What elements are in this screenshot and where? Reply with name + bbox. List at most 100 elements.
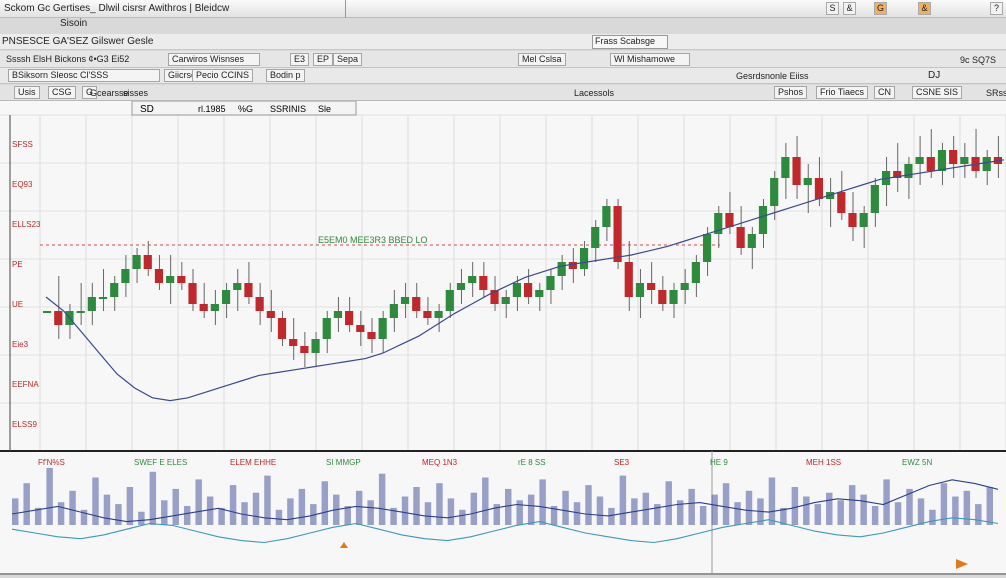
toolbar3-right-4[interactable]: CSNE SIS	[912, 86, 963, 99]
candle	[277, 311, 287, 346]
window-tab[interactable]: Sisoin	[60, 18, 87, 29]
candle-body	[781, 157, 790, 178]
volume-bar	[401, 496, 409, 525]
volume-bar	[183, 506, 191, 525]
candle-body	[412, 297, 421, 311]
candle-body	[233, 283, 242, 290]
candle	[579, 241, 589, 276]
volume-bar	[172, 488, 179, 525]
toolbar2-item-1[interactable]: BSiksorn Sleosc Cl'SSS	[8, 69, 160, 82]
volume-bar	[986, 487, 993, 525]
menu-tab[interactable]: Frass Scabsge	[592, 35, 668, 49]
volume-bar	[539, 479, 546, 525]
volume-bar	[126, 487, 134, 525]
volume-bar	[699, 506, 707, 525]
candle	[210, 290, 219, 325]
candle-body	[177, 276, 186, 283]
warning-marker-icon	[340, 542, 348, 548]
lower-panel: Ff'N%S SWEF E ELES ELEM EHHE SI MMGP MEQ 1N3…	[11, 458, 999, 544]
candle-body	[524, 283, 533, 297]
candle-body	[121, 269, 130, 283]
window-control-amp2[interactable]: &	[918, 2, 931, 15]
volume-bar	[871, 506, 879, 525]
candle	[244, 262, 253, 304]
toolbar2-item-4[interactable]: Bodin p	[266, 69, 305, 82]
volume-bar	[138, 511, 145, 525]
toolbar3-right-2[interactable]: Frio Tiaecs	[816, 86, 869, 99]
volume-bar	[161, 500, 168, 525]
candle-body	[814, 178, 824, 199]
volume-bar	[688, 488, 695, 525]
candle-body	[647, 283, 656, 290]
title-separator	[345, 0, 346, 18]
candle	[949, 136, 958, 178]
toolbar3-item-2[interactable]: CSG	[48, 86, 76, 99]
toolbar-item-e3[interactable]: E3	[290, 53, 310, 66]
y-tick-label: Eie3	[12, 340, 29, 349]
candle-body	[76, 311, 85, 313]
candle-body	[277, 318, 287, 339]
volume-bar	[734, 502, 741, 525]
toolbar3-right-5[interactable]: SRss	[986, 88, 1006, 98]
candle-body	[669, 290, 678, 304]
candle	[501, 290, 510, 318]
y-axis-labels: SFSS EQ93 ELLS23 PE UE Eie3 EEFNA ELSS9	[12, 140, 41, 429]
toolbar3-right-1[interactable]: Pshos	[774, 86, 808, 99]
volume-bar	[894, 502, 902, 525]
candle-body	[982, 157, 991, 171]
toolbar-item-ep[interactable]: EP	[313, 53, 334, 66]
candle-body	[926, 157, 935, 171]
toolbar-right-label[interactable]: Wl Mishamowe	[610, 53, 690, 66]
volume-bar	[252, 492, 260, 525]
title-bar: Sckom Gc Gertises_ Dlwil cisrsr Awithros…	[0, 0, 1006, 29]
volume-bar	[298, 488, 306, 525]
candle	[848, 192, 857, 241]
volume-bar	[206, 496, 214, 525]
y-tick-label: EQ93	[12, 180, 33, 189]
volume-bar	[975, 504, 982, 525]
candle-body	[546, 276, 555, 290]
volume-bar	[23, 483, 30, 525]
y-tick-label: EEFNA	[12, 380, 39, 389]
volume-bar	[470, 492, 478, 525]
volume-bar	[791, 487, 799, 525]
toolbar-item-sepa[interactable]: Sepa	[333, 53, 363, 66]
reference-line-label: E5EM0 MEE3R3 BBED LO	[318, 235, 428, 245]
window-control-s[interactable]: S	[826, 2, 839, 15]
candle	[468, 262, 477, 297]
candle	[434, 304, 443, 332]
chart-area[interactable]: SD rl.1985 %G SSRINIS Sle SFSS EQ93 ELLS23…	[0, 100, 1006, 575]
candle-body	[423, 311, 432, 318]
window-control-amp[interactable]: &	[843, 2, 856, 15]
toolbar2-item-3[interactable]: Pecio CCINS	[192, 69, 254, 82]
toolbar-item-windows[interactable]: Carwiros Wisnses	[168, 53, 260, 66]
candle-body	[98, 297, 108, 299]
window-control-g[interactable]: G	[874, 2, 887, 15]
volume-bar	[218, 507, 225, 525]
candle	[266, 290, 275, 332]
toolbar3-item-5[interactable]: sisses	[123, 88, 148, 98]
scroll-marker-icon	[956, 559, 968, 569]
toolbar3-item-1[interactable]: Usis	[14, 86, 40, 99]
volume-bar	[344, 506, 351, 525]
candle-body	[434, 311, 443, 318]
lower-label: Ff'N%S	[38, 458, 65, 467]
toolbar-item-cslsa[interactable]: Mel Cslsa	[518, 53, 566, 66]
volume-bar	[195, 479, 202, 525]
volume-bar	[229, 485, 237, 525]
toolbar2-right-mark: DJ	[928, 70, 941, 81]
toolbar3-right-3[interactable]: CN	[874, 86, 895, 99]
window-help-button[interactable]: ?	[990, 2, 1003, 15]
candle	[859, 206, 868, 248]
menu-text[interactable]: PNSESCE GA'SEZ Gilswer Gesle	[2, 36, 153, 47]
candle-body	[322, 318, 331, 339]
lower-label: SWEF E ELES	[134, 458, 187, 467]
candle-body	[512, 283, 521, 297]
candle	[132, 248, 141, 283]
volume-bar	[768, 477, 776, 525]
chart-svg[interactable]: SD rl.1985 %G SSRINIS Sle SFSS EQ93 ELLS23…	[0, 100, 1006, 575]
candle	[837, 171, 846, 220]
volume-bar	[711, 494, 718, 525]
volume-bar	[527, 494, 535, 525]
candle-body	[624, 262, 633, 297]
